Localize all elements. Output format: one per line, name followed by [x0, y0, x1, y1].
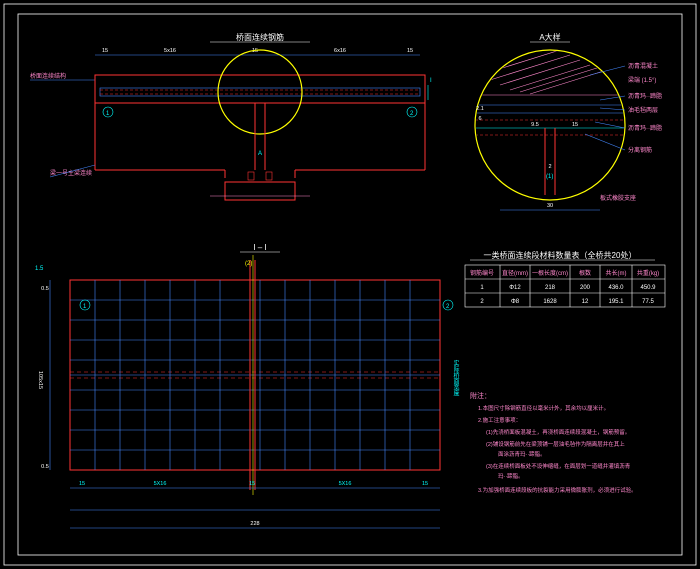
- dim-95: 9.5: [531, 122, 539, 128]
- arrow-a: A: [258, 151, 262, 157]
- dim-21: 2.1: [476, 106, 484, 112]
- arrow-i: I: [430, 78, 432, 84]
- f1: (1): [546, 174, 553, 180]
- d-layer3: 沥青玛··蹄脂: [628, 124, 662, 132]
- callout-2: 2: [410, 111, 414, 117]
- dim-plan-left: 15: [79, 481, 85, 487]
- hatch-label: 沥青混凝土: [628, 62, 658, 70]
- svg-text:直径(mm): 直径(mm): [502, 269, 528, 277]
- plan-title: I – I: [253, 243, 266, 252]
- material-table: 一类桥面连续段材料数量表（全桥共20处） 钢筋编号 直径(mm) 一根长度(cm…: [465, 250, 665, 307]
- note-21: (1)先浇桥面板混凝土，再浇桥面连续段混凝土，钢筋预留。: [486, 428, 630, 436]
- d-layer1: 沥青玛··蹄脂: [628, 92, 662, 100]
- svg-text:2: 2: [480, 299, 484, 305]
- plan-right-label: 实际桥面宽度: [452, 359, 459, 397]
- svg-text:200: 200: [580, 285, 591, 291]
- dim-elev-left: 15: [102, 48, 108, 54]
- d-layer4: 分离钢筋: [628, 146, 652, 154]
- svg-text:梁端 (1.5°): 梁端 (1.5°): [628, 76, 656, 84]
- dim-plan-s2: 5X16: [339, 481, 352, 487]
- callout-1: 1: [106, 111, 110, 117]
- svg-text:一根长度(cm): 一根长度(cm): [532, 269, 568, 277]
- svg-text:2: 2: [446, 304, 450, 310]
- notes-title: 附注：: [470, 391, 491, 400]
- note-23b: 玛··蹄脂。: [498, 472, 524, 480]
- svg-text:共重(kg): 共重(kg): [637, 269, 659, 277]
- svg-text:450.9: 450.9: [640, 285, 656, 291]
- plan-view: I – I (2) 1.5 0.5 105x15 0.5 1 2 实际桥面宽度 …: [35, 243, 459, 528]
- dim-plan-mid: 15: [249, 481, 255, 487]
- leader-left: 桥面连续结构: [30, 72, 66, 80]
- cad-drawing: 桥面连续钢筋 15 5x16 15 6x16 15 桥面连续结构 1 2 A I…: [0, 0, 700, 569]
- note-23: (3)在连续桥面板处不设伸缩缝，在面层划一道缝并灌填沥青: [486, 462, 631, 470]
- svg-text:Φ8: Φ8: [511, 299, 520, 305]
- detail-title: A大样: [539, 32, 560, 42]
- dim-elev-span2: 6x16: [334, 48, 346, 54]
- note-3: 3.为加强桥面连续段板的抗裂能力采用微膨胀剂，必须进行试验。: [478, 486, 637, 494]
- note-22: (2)铺设钢筋前先在梁顶铺一层油毛毡作为隔离层并在其上: [486, 440, 625, 448]
- note-1: 1.本图尺寸除钢筋直径以毫米计外，其余均以厘米计。: [478, 404, 609, 412]
- d-layer2: 油毛毡两层: [628, 106, 658, 114]
- svg-text:1628: 1628: [543, 299, 557, 305]
- dim-2: 2: [548, 164, 551, 170]
- dim-h3: 0.5: [41, 464, 49, 470]
- svg-text:436.0: 436.0: [608, 285, 624, 291]
- svg-text:共长(m): 共长(m): [606, 269, 627, 277]
- svg-text:195.1: 195.1: [608, 299, 624, 305]
- dim-plan-right: 15: [422, 481, 428, 487]
- notes: 附注： 1.本图尺寸除钢筋直径以毫米计外，其余均以厘米计。 2.施工注意事项： …: [470, 391, 637, 494]
- f2: (2): [245, 261, 252, 267]
- dim-plan-s1: 5X16: [154, 481, 167, 487]
- svg-text:Φ12: Φ12: [509, 285, 521, 291]
- svg-text:梁一号主梁连续: 梁一号主梁连续: [50, 169, 92, 177]
- elevation-view: 桥面连续钢筋 15 5x16 15 6x16 15 桥面连续结构 1 2 A I…: [30, 32, 432, 200]
- dim-elev-span1: 5x16: [164, 48, 176, 54]
- dim-detail-w: 30: [547, 203, 553, 209]
- svg-text:钢筋编号: 钢筋编号: [470, 269, 494, 277]
- svg-text:根数: 根数: [579, 269, 591, 277]
- svg-text:218: 218: [545, 285, 556, 291]
- table-title: 一类桥面连续段材料数量表（全桥共20处）: [484, 250, 637, 260]
- svg-text:1: 1: [480, 285, 484, 291]
- svg-text:1.5: 1.5: [35, 266, 44, 272]
- d-layer5: 板式橡胶支座: [600, 194, 636, 202]
- svg-text:1: 1: [83, 304, 87, 310]
- elevation-title: 桥面连续钢筋: [236, 32, 284, 42]
- dim-h1: 0.5: [41, 286, 49, 292]
- note-22b: 面涂沥青玛··蹄脂。: [498, 450, 546, 458]
- detail-view: A大样 沥青混凝土 梁端 (1.5°) 沥青玛··蹄脂 油毛毡两层 沥青玛··蹄…: [475, 32, 662, 210]
- svg-text:6: 6: [478, 116, 481, 122]
- dim-15: 15: [572, 122, 578, 128]
- svg-text:77.5: 77.5: [642, 299, 654, 305]
- dim-plan-total: 228: [250, 521, 259, 527]
- note-2: 2.施工注意事项：: [478, 416, 521, 424]
- dim-h2: 105x15: [37, 371, 43, 389]
- dim-elev-right: 15: [407, 48, 413, 54]
- svg-text:12: 12: [582, 299, 589, 305]
